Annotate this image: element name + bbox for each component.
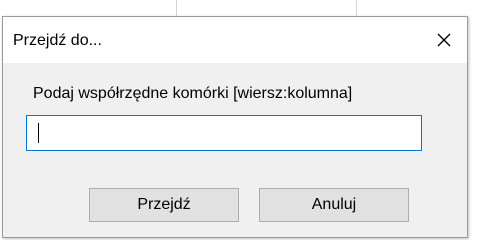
go-button[interactable]: Przejdź: [89, 188, 239, 222]
close-icon: [436, 32, 452, 48]
cancel-button[interactable]: Anuluj: [259, 188, 409, 222]
dialog-title: Przejdź do...: [13, 32, 102, 49]
goto-dialog: Przejdź do... Podaj współrzędne komórki …: [2, 16, 468, 238]
coordinates-input[interactable]: [26, 115, 422, 151]
dialog-titlebar: Przejdź do...: [3, 17, 467, 63]
text-caret: [38, 123, 39, 143]
close-button[interactable]: [425, 21, 463, 59]
coordinates-prompt: Podaj współrzędne komórki [wiersz:kolumn…: [33, 85, 353, 102]
